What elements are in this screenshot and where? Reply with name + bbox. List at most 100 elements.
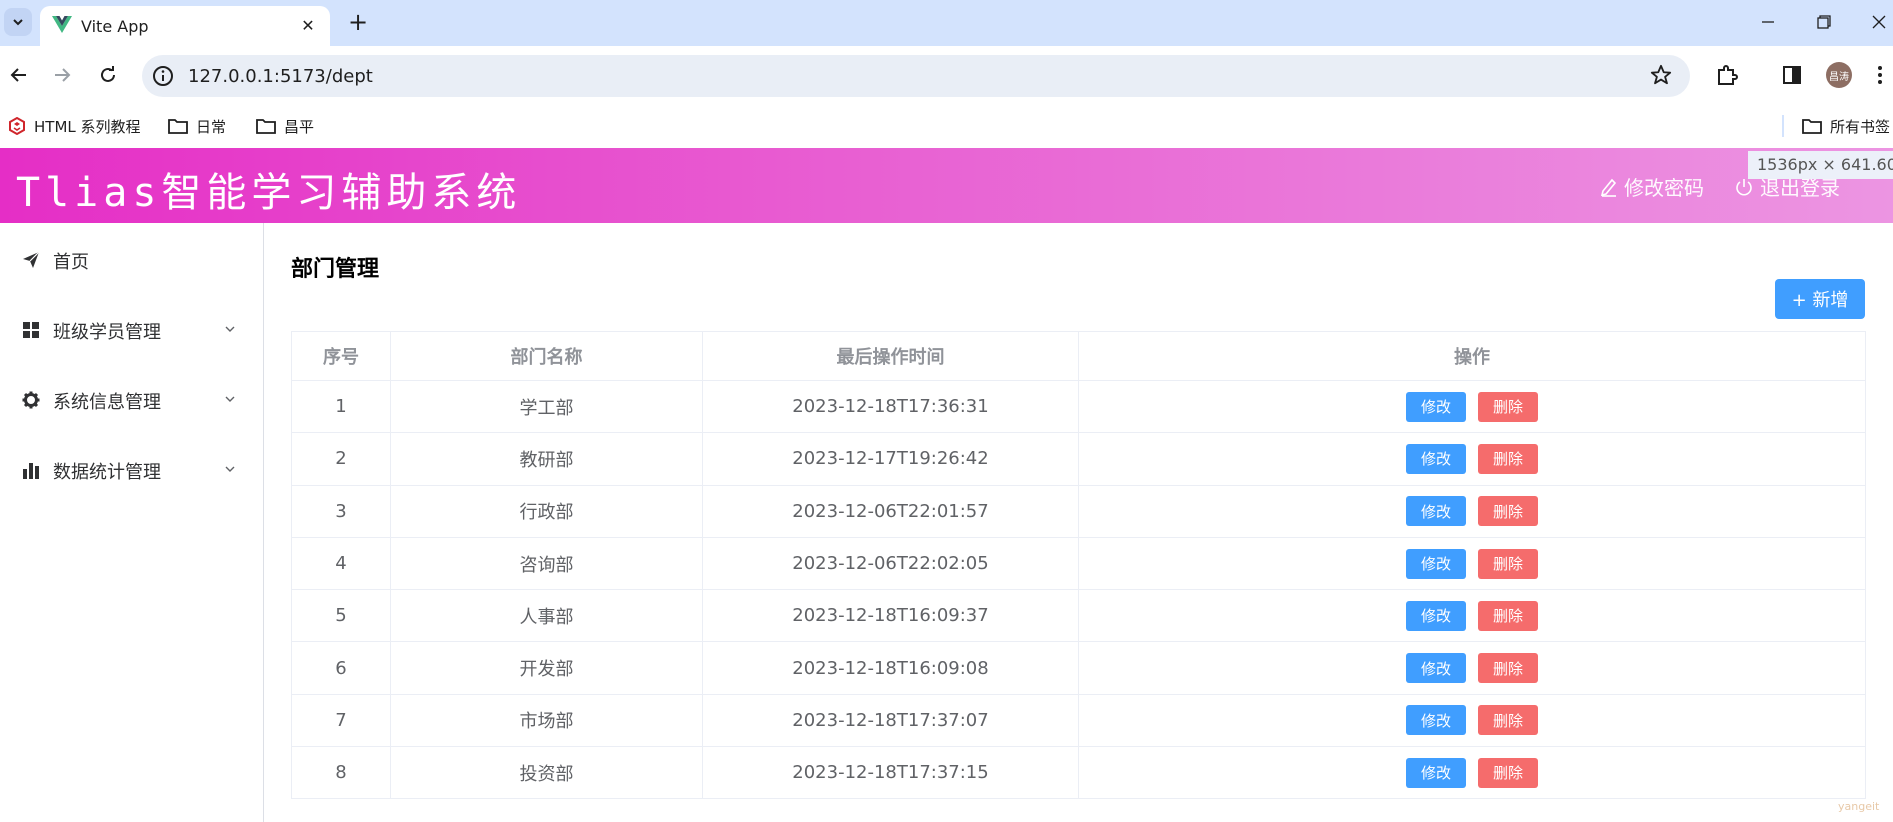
minimize-button[interactable]: [1746, 6, 1790, 38]
edit-button[interactable]: 修改: [1406, 548, 1466, 579]
restore-button[interactable]: [1802, 6, 1846, 38]
sidebar-item-system-info[interactable]: 系统信息管理: [0, 372, 263, 428]
cell-update-time: 2023-12-18T17:36:31: [702, 379, 1079, 434]
action-group: 修改 删除: [1079, 391, 1865, 422]
chevron-down-icon: [13, 19, 23, 26]
viewport-size-tooltip: 1536px × 641.60px: [1748, 151, 1893, 179]
sidebar-item-home[interactable]: 首页: [0, 232, 263, 288]
all-bookmarks-label: 所有书签: [1830, 117, 1891, 136]
cell-update-time: 2023-12-17T19:26:42: [702, 432, 1079, 486]
cell-actions: 修改 删除: [1078, 641, 1866, 695]
sidebar-item-label: 系统信息管理: [53, 392, 161, 413]
edit-button[interactable]: 修改: [1406, 653, 1466, 684]
cell-actions: 修改 删除: [1078, 484, 1866, 538]
delete-button[interactable]: 删除: [1478, 653, 1538, 684]
grid-icon: [23, 322, 39, 338]
column-header-index: 序号: [291, 331, 391, 381]
browser-tab-bar: Vite App ✕ +: [0, 0, 1893, 46]
cell-actions: 修改 删除: [1078, 536, 1866, 591]
table-row: 3 行政部 2023-12-06T22:01:57 修改 删除: [291, 484, 1866, 538]
table-row: 7 市场部 2023-12-18T17:37:07 修改 删除: [291, 693, 1866, 748]
edit-pen-icon: [1600, 178, 1617, 197]
cell-index: 6: [291, 641, 391, 695]
cell-index: 8: [291, 746, 391, 800]
chevron-down-icon: [225, 466, 235, 472]
side-panel-icon: [1783, 66, 1801, 84]
bookmark-folder-daily[interactable]: 日常: [168, 114, 226, 138]
table-header-row: 序号 部门名称 最后操作时间 操作: [291, 331, 1866, 381]
cell-department-name: 学工部: [390, 379, 703, 434]
sidebar-item-label: 首页: [53, 252, 89, 273]
bookmarks-bar: HTML 系列教程 日常 昌平 所有书签: [0, 104, 1893, 148]
sidebar: 首页 班级学员管理 系统信息管理 数据统计管理: [0, 223, 264, 822]
action-group: 修改 删除: [1079, 548, 1865, 579]
bookmark-html-tutorial[interactable]: HTML 系列教程: [8, 114, 141, 138]
cell-index: 2: [291, 432, 391, 486]
cell-update-time: 2023-12-18T17:37:15: [702, 746, 1079, 800]
side-panel-button[interactable]: [1778, 61, 1806, 89]
app-header: Tlias智能学习辅助系统 修改密码 退出登录: [0, 148, 1893, 223]
forward-button[interactable]: [46, 59, 78, 91]
profile-avatar[interactable]: 昌涛: [1826, 62, 1852, 88]
site-info-icon[interactable]: [152, 65, 174, 87]
add-department-button[interactable]: + 新增: [1775, 279, 1865, 319]
close-tab-icon[interactable]: ✕: [296, 13, 320, 37]
browser-menu-button[interactable]: [1870, 61, 1890, 89]
delete-button[interactable]: 删除: [1478, 548, 1538, 579]
bookmark-folder-changping[interactable]: 昌平: [256, 114, 314, 138]
edit-button[interactable]: 修改: [1406, 496, 1466, 527]
action-group: 修改 删除: [1079, 757, 1865, 788]
column-header-name: 部门名称: [390, 331, 703, 381]
table-row: 6 开发部 2023-12-18T16:09:08 修改 删除: [291, 641, 1866, 695]
address-bar[interactable]: 127.0.0.1:5173/dept: [142, 55, 1690, 97]
delete-button[interactable]: 删除: [1478, 600, 1538, 631]
table-row: 8 投资部 2023-12-18T17:37:15 修改 删除: [291, 746, 1866, 800]
edit-button[interactable]: 修改: [1406, 391, 1466, 422]
edit-button[interactable]: 修改: [1406, 705, 1466, 736]
reload-button[interactable]: [92, 59, 124, 91]
bookmarks-divider: [1782, 115, 1784, 137]
paper-plane-icon: [23, 251, 40, 268]
delete-button[interactable]: 删除: [1478, 443, 1538, 474]
table-row: 1 学工部 2023-12-18T17:36:31 修改 删除: [291, 379, 1866, 434]
page-title: 部门管理: [291, 257, 380, 282]
edit-button[interactable]: 修改: [1406, 600, 1466, 631]
back-button[interactable]: [3, 59, 35, 91]
html-logo-icon: [9, 117, 25, 135]
edit-button[interactable]: 修改: [1406, 757, 1466, 788]
sidebar-item-label: 班级学员管理: [53, 322, 161, 343]
cell-department-name: 咨询部: [390, 536, 703, 591]
bookmark-star-icon[interactable]: [1650, 64, 1672, 86]
cell-department-name: 市场部: [390, 693, 703, 748]
change-password-link[interactable]: 修改密码: [1600, 172, 1704, 201]
bookmark-label: 昌平: [284, 117, 315, 136]
delete-button[interactable]: 删除: [1478, 496, 1538, 527]
new-tab-button[interactable]: +: [344, 8, 372, 36]
puzzle-icon: [1718, 65, 1738, 85]
all-bookmarks-button[interactable]: 所有书签: [1802, 114, 1893, 138]
change-password-label: 修改密码: [1624, 176, 1704, 200]
delete-button[interactable]: 删除: [1478, 391, 1538, 422]
arrow-left-icon: [10, 68, 26, 82]
cell-update-time: 2023-12-18T17:37:07: [702, 693, 1079, 748]
delete-button[interactable]: 删除: [1478, 757, 1538, 788]
browser-toolbar: 127.0.0.1:5173/dept 昌涛: [0, 46, 1893, 104]
edit-button[interactable]: 修改: [1406, 443, 1466, 474]
cell-update-time: 2023-12-18T16:09:08: [702, 641, 1079, 695]
extensions-button[interactable]: [1713, 61, 1741, 89]
cell-actions: 修改 删除: [1078, 746, 1866, 800]
browser-tab[interactable]: Vite App ✕: [40, 6, 330, 46]
column-header-actions: 操作: [1078, 331, 1866, 381]
sidebar-item-data-stats[interactable]: 数据统计管理: [0, 442, 263, 498]
table-row: 4 咨询部 2023-12-06T22:02:05 修改 删除: [291, 536, 1866, 591]
close-window-button[interactable]: [1857, 6, 1893, 38]
delete-button[interactable]: 删除: [1478, 705, 1538, 736]
column-header-time: 最后操作时间: [702, 331, 1079, 381]
tab-list-button[interactable]: [4, 8, 32, 36]
arrow-right-icon: [55, 68, 71, 82]
bookmark-label: HTML 系列教程: [34, 117, 141, 136]
gear-icon: [22, 391, 40, 409]
cell-index: 5: [291, 589, 391, 643]
folder-icon: [1802, 119, 1822, 134]
sidebar-item-class-student[interactable]: 班级学员管理: [0, 302, 263, 358]
